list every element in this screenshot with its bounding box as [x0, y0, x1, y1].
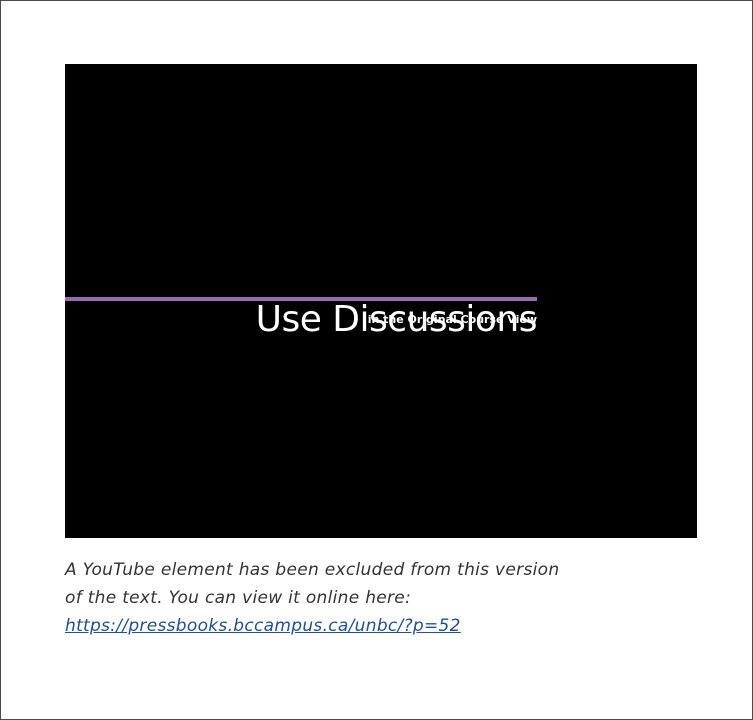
caption-line-1: A YouTube element has been excluded from… [65, 560, 560, 580]
video-caption: A YouTube element has been excluded from… [65, 556, 685, 640]
video-subtitle: in the Original Course View [367, 313, 537, 326]
video-thumbnail[interactable]: Use Discussions in the Original Course V… [65, 64, 697, 538]
page-frame: Use Discussions in the Original Course V… [0, 0, 753, 720]
video-link[interactable]: https://pressbooks.bccampus.ca/unbc/?p=5… [65, 616, 461, 636]
caption-line-2: of the text. You can view it online here… [65, 588, 412, 608]
accent-divider [65, 297, 537, 301]
